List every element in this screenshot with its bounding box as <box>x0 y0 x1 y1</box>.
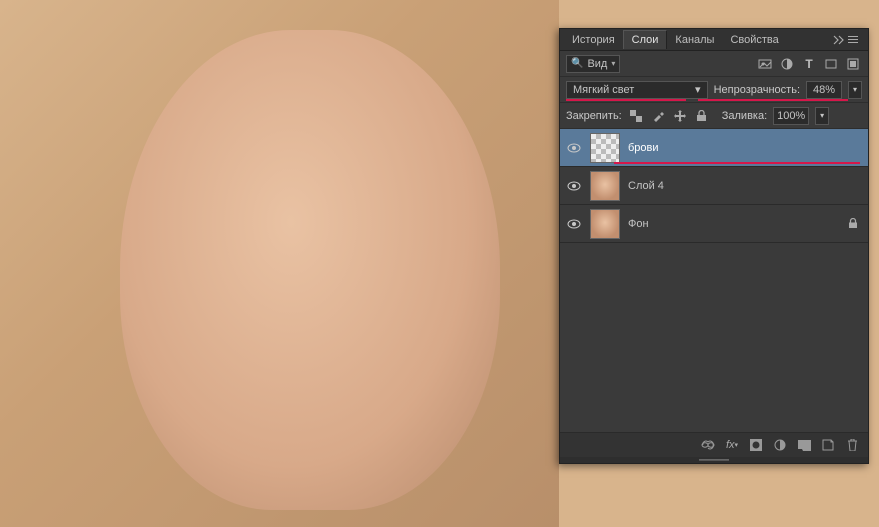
layer-row[interactable]: брови <box>560 129 868 167</box>
lock-all-icon[interactable] <box>694 108 710 124</box>
filter-kind-select[interactable]: 🔍 Вид ▾ <box>566 55 620 73</box>
opacity-dropdown-button[interactable]: ▾ <box>848 81 862 99</box>
lock-move-icon[interactable] <box>672 108 688 124</box>
search-icon: 🔍 <box>571 58 583 69</box>
mask-icon[interactable] <box>748 437 764 453</box>
panel-menu-icon[interactable] <box>848 32 864 48</box>
lock-transparent-icon[interactable] <box>628 108 644 124</box>
group-icon[interactable] <box>796 437 812 453</box>
panel-footer: fx▾ <box>560 433 868 457</box>
layer-row[interactable]: Фон <box>560 205 868 243</box>
tab-history[interactable]: История <box>564 31 623 49</box>
filter-adjust-icon[interactable] <box>778 55 796 73</box>
lock-paint-icon[interactable] <box>650 108 666 124</box>
layer-name[interactable]: Фон <box>628 218 649 230</box>
blend-mode-select[interactable]: Мягкий свет ▾ <box>566 81 708 99</box>
opacity-label: Непрозрачность: <box>714 84 800 96</box>
filter-row: 🔍 Вид ▾ T <box>560 51 868 77</box>
layer-thumbnail[interactable] <box>590 171 620 201</box>
link-icon[interactable] <box>700 437 716 453</box>
layers-list: брови Слой 4 Фон <box>560 129 868 243</box>
layer-name[interactable]: брови <box>628 142 659 154</box>
fill-label: Заливка: <box>722 110 767 122</box>
layer-row[interactable]: Слой 4 <box>560 167 868 205</box>
visibility-eye-icon[interactable] <box>566 178 582 194</box>
collapse-icon[interactable] <box>830 31 848 49</box>
panel-tabs: История Слои Каналы Свойства <box>560 29 868 51</box>
filter-shape-icon[interactable] <box>822 55 840 73</box>
fill-value[interactable]: 100% <box>773 107 809 125</box>
lock-row: Закрепить: Заливка: 100% ▾ <box>560 103 868 129</box>
visibility-eye-icon[interactable] <box>566 216 582 232</box>
blend-row: Мягкий свет ▾ Непрозрачность: 48% ▾ <box>560 77 868 103</box>
lock-label: Закрепить: <box>566 110 622 122</box>
layer-thumbnail[interactable] <box>590 209 620 239</box>
filter-kind-label: Вид <box>587 58 607 70</box>
image-canvas <box>0 0 559 527</box>
opacity-value[interactable]: 48% <box>806 81 842 99</box>
highlight-underline <box>566 99 686 101</box>
portrait-placeholder <box>120 30 500 510</box>
blend-mode-value: Мягкий свет <box>573 84 634 96</box>
trash-icon[interactable] <box>844 437 860 453</box>
layers-empty-area[interactable] <box>560 243 868 433</box>
filter-type-icon[interactable]: T <box>800 55 818 73</box>
layer-name[interactable]: Слой 4 <box>628 180 664 192</box>
chevron-down-icon: ▾ <box>611 59 615 68</box>
highlight-underline <box>614 162 860 164</box>
filter-smart-icon[interactable] <box>844 55 862 73</box>
fill-dropdown-button[interactable]: ▾ <box>815 107 829 125</box>
tab-channels[interactable]: Каналы <box>667 31 722 49</box>
tab-properties[interactable]: Свойства <box>722 31 786 49</box>
adjustment-icon[interactable] <box>772 437 788 453</box>
layer-thumbnail[interactable] <box>590 133 620 163</box>
visibility-eye-icon[interactable] <box>566 140 582 156</box>
resize-grip[interactable] <box>560 457 868 463</box>
layers-panel: История Слои Каналы Свойства 🔍 Вид ▾ T М… <box>559 28 869 464</box>
lock-icon[interactable] <box>848 218 858 229</box>
filter-pixel-icon[interactable] <box>756 55 774 73</box>
fx-icon[interactable]: fx▾ <box>724 437 740 453</box>
tab-layers[interactable]: Слои <box>623 30 668 49</box>
highlight-underline <box>698 99 848 101</box>
new-layer-icon[interactable] <box>820 437 836 453</box>
chevron-down-icon: ▾ <box>695 83 701 96</box>
